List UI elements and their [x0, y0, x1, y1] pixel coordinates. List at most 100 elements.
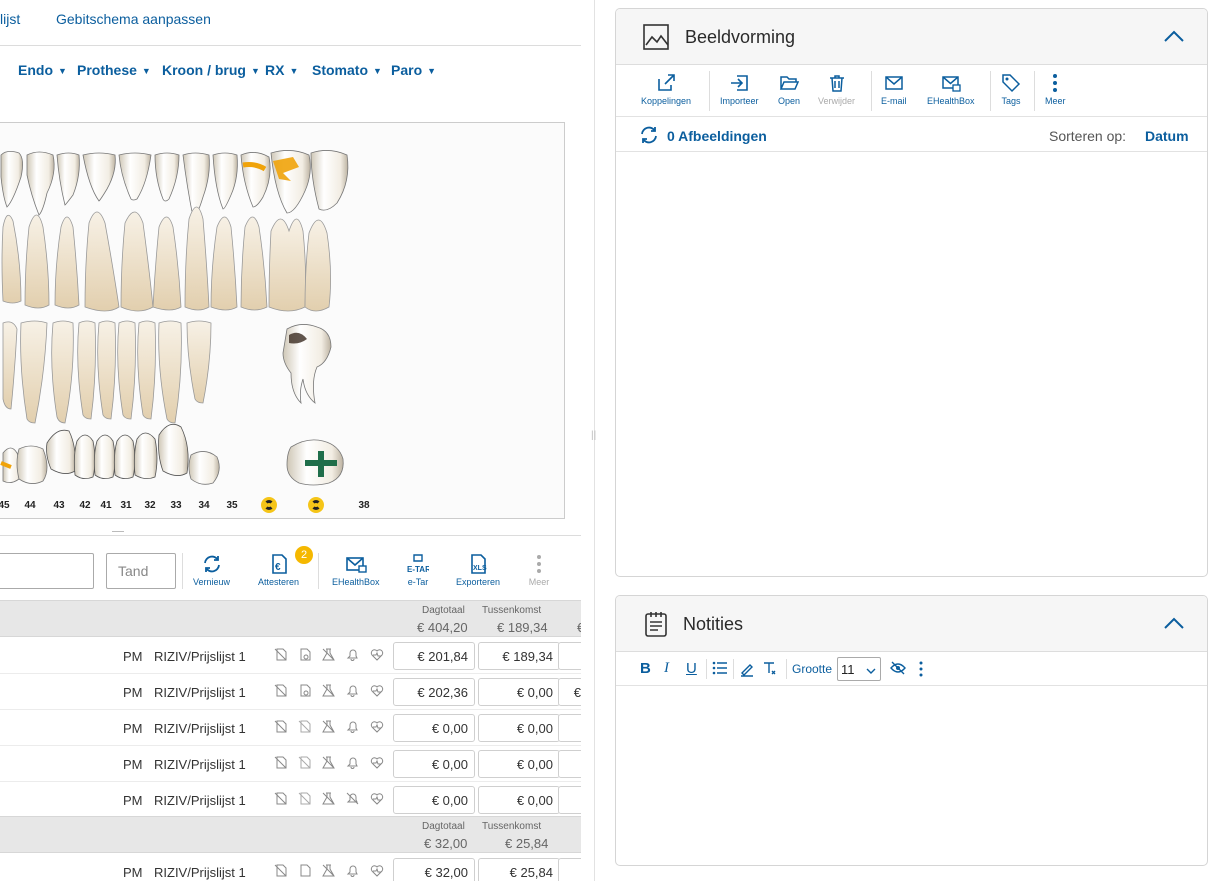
lijst-link[interactable]: lijst: [0, 11, 20, 27]
menu-kroon-brug[interactable]: Kroon / brug ▼: [162, 62, 260, 78]
gebitschema-aanpassen-link[interactable]: Gebitschema aanpassen: [56, 11, 211, 27]
no-document-euro-icon[interactable]: [298, 720, 311, 733]
heart-icon[interactable]: [370, 792, 384, 805]
exporteren-button[interactable]: XLS Exporteren: [456, 553, 500, 587]
menu-paro[interactable]: Paro ▼: [391, 62, 436, 78]
open-button[interactable]: Open: [778, 73, 800, 106]
clear-format-icon[interactable]: [762, 660, 778, 681]
no-document-icon[interactable]: [274, 684, 287, 697]
tooth-filter-input[interactable]: Tand: [106, 553, 176, 589]
tussenkomst-field[interactable]: € 25,84: [478, 858, 560, 881]
verwijder-button[interactable]: Verwijder: [818, 73, 855, 106]
radiation-icon[interactable]: [308, 497, 324, 513]
amount-field[interactable]: € 0,00: [393, 786, 475, 814]
sort-dropdown[interactable]: Datum: [1145, 128, 1189, 144]
tooth-number-34[interactable]: 34: [192, 500, 216, 511]
no-document-icon[interactable]: [274, 864, 287, 877]
amount-field[interactable]: € 202,36: [393, 678, 475, 706]
notes-editor[interactable]: [616, 686, 1207, 865]
heart-icon[interactable]: [370, 756, 384, 769]
extra-field[interactable]: [558, 858, 581, 881]
tooth-number-33[interactable]: 33: [164, 500, 188, 511]
tussenkomst-field[interactable]: € 0,00: [478, 750, 560, 778]
hide-icon[interactable]: [890, 661, 906, 680]
table-row[interactable]: PM RIZIV/Prijslijst 1 € 0,00 € 0,00: [0, 710, 581, 746]
menu-rx[interactable]: RX ▼: [265, 62, 298, 78]
refresh-icon[interactable]: [638, 124, 660, 151]
highlight-icon[interactable]: [739, 661, 755, 682]
heart-icon[interactable]: [370, 684, 384, 697]
radiation-icon[interactable]: [261, 497, 277, 513]
table-row[interactable]: PM RIZIV/Prijslijst 1 € 0,00 € 0,00: [0, 782, 581, 818]
no-document-icon[interactable]: [274, 756, 287, 769]
bell-icon[interactable]: [346, 720, 359, 733]
meer-button[interactable]: Meer: [1045, 73, 1066, 106]
extra-field[interactable]: [558, 786, 581, 814]
document-refresh-icon[interactable]: [298, 864, 311, 877]
email-button[interactable]: E-mail: [881, 73, 907, 106]
tooth-number-45[interactable]: 45: [0, 500, 16, 511]
teeth-illustration[interactable]: [0, 123, 565, 519]
koppelingen-button[interactable]: Koppelingen: [641, 73, 691, 106]
tags-button[interactable]: Tags: [1001, 73, 1021, 106]
vernieuw-button[interactable]: Vernieuw: [193, 553, 230, 587]
lab-icon[interactable]: [322, 864, 335, 877]
chevron-up-icon[interactable]: [1163, 616, 1185, 635]
table-row[interactable]: PM RIZIV/Prijslijst 1 € 201,84 € 189,34: [0, 638, 581, 674]
menu-stomato[interactable]: Stomato ▼: [312, 62, 382, 78]
extra-field[interactable]: [558, 642, 581, 670]
bell-icon[interactable]: [346, 684, 359, 697]
table-row[interactable]: PM RIZIV/Prijslijst 1 € 0,00 € 0,00: [0, 746, 581, 782]
tussenkomst-field[interactable]: € 0,00: [478, 786, 560, 814]
tussenkomst-field[interactable]: € 189,34: [478, 642, 560, 670]
tooth-number-32[interactable]: 32: [138, 500, 162, 511]
etar-button[interactable]: E-TAR e-Tar: [407, 553, 429, 587]
font-size-select[interactable]: 11: [837, 657, 881, 681]
amount-field[interactable]: € 201,84: [393, 642, 475, 670]
heart-icon[interactable]: [370, 648, 384, 661]
lab-icon[interactable]: [322, 720, 335, 733]
no-document-euro-icon[interactable]: [298, 756, 311, 769]
heart-icon[interactable]: [370, 720, 384, 733]
bell-icon[interactable]: [346, 756, 359, 769]
no-document-euro-icon[interactable]: [298, 792, 311, 805]
importeer-button[interactable]: Importeer: [720, 73, 759, 106]
bell-icon[interactable]: [346, 864, 359, 877]
tooth-number-35[interactable]: 35: [220, 500, 244, 511]
tooth-number-44[interactable]: 44: [18, 500, 42, 511]
no-bell-icon[interactable]: [346, 792, 359, 805]
chevron-up-icon[interactable]: [1163, 29, 1185, 48]
menu-endo[interactable]: Endo ▼: [18, 62, 67, 78]
menu-prothese[interactable]: Prothese ▼: [77, 62, 151, 78]
meer-button[interactable]: Meer: [528, 553, 550, 587]
tussenkomst-field[interactable]: € 0,00: [478, 678, 560, 706]
lab-icon[interactable]: [322, 792, 335, 805]
tooth-number-38[interactable]: 38: [352, 500, 376, 511]
beeldvorming-header[interactable]: Beeldvorming: [616, 9, 1207, 65]
list-icon[interactable]: [712, 661, 728, 680]
document-euro-icon[interactable]: [298, 684, 311, 697]
tooth-number-31[interactable]: 31: [114, 500, 138, 511]
lab-icon[interactable]: [322, 648, 335, 661]
ehealthbox-button[interactable]: EHealthBox: [332, 553, 380, 587]
document-euro-icon[interactable]: [298, 648, 311, 661]
tussenkomst-field[interactable]: € 0,00: [478, 714, 560, 742]
amount-field[interactable]: € 32,00: [393, 858, 475, 881]
attesteren-button[interactable]: € Attesteren: [258, 553, 299, 587]
no-document-icon[interactable]: [274, 720, 287, 733]
lab-icon[interactable]: [322, 684, 335, 697]
ehealthbox-button[interactable]: EHealthBox: [927, 73, 975, 106]
dental-chart[interactable]: [0, 122, 565, 519]
extra-field[interactable]: [558, 714, 581, 742]
italic-button[interactable]: I: [664, 660, 669, 677]
tooth-number-43[interactable]: 43: [47, 500, 71, 511]
extra-field[interactable]: [558, 750, 581, 778]
amount-field[interactable]: € 0,00: [393, 750, 475, 778]
underline-button[interactable]: U: [686, 660, 697, 677]
no-document-icon[interactable]: [274, 648, 287, 661]
bold-button[interactable]: B: [640, 660, 651, 677]
heart-icon[interactable]: [370, 864, 384, 877]
lab-icon[interactable]: [322, 756, 335, 769]
pane-resize-grip[interactable]: ||: [591, 430, 596, 441]
amount-field[interactable]: € 0,00: [393, 714, 475, 742]
